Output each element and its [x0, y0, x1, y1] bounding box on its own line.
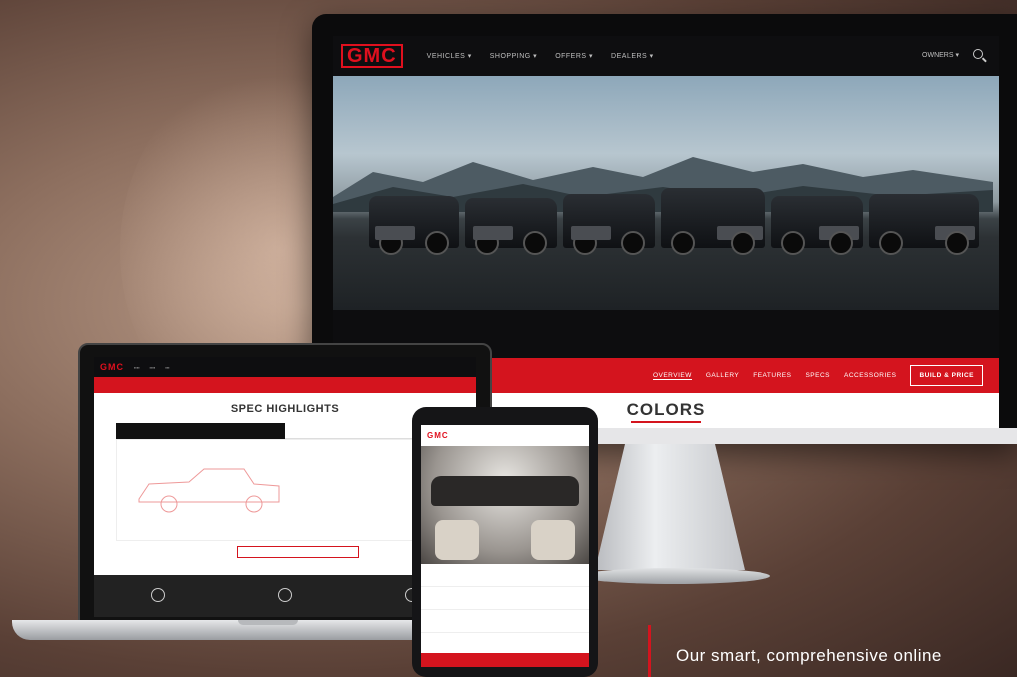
- dashboard-graphic: [431, 476, 579, 506]
- spec-diagram-panel: [116, 439, 454, 558]
- laptop-subnav: [94, 377, 476, 393]
- subnav-overview[interactable]: OVERVIEW: [652, 372, 692, 380]
- subnav-gallery[interactable]: GALLERY: [706, 372, 739, 379]
- search-icon[interactable]: [973, 49, 983, 59]
- caption-text: Our smart, comprehensive online: [676, 646, 942, 665]
- vehicle-image: [465, 198, 557, 255]
- spec-tab-active[interactable]: [116, 423, 285, 439]
- main-menu: VEHICLES ▾ SHOPPING ▾ OFFERS ▾ DEALERS ▾: [427, 52, 654, 60]
- nav-owners[interactable]: OWNERS ▾: [922, 51, 959, 59]
- vehicle-image: [563, 194, 655, 255]
- vehicle-image: [369, 196, 459, 255]
- footer-link[interactable]: [150, 587, 165, 605]
- interior-image: [421, 446, 589, 564]
- truck-outline-diagram: [138, 468, 280, 513]
- spec-tabs: [116, 423, 454, 439]
- vehicle-image: [661, 188, 765, 255]
- nav-offers[interactable]: OFFERS ▾: [555, 52, 593, 60]
- subnav-specs[interactable]: SPECS: [805, 372, 830, 379]
- view-all-specs-button[interactable]: [237, 546, 359, 558]
- monitor-stand: [595, 444, 745, 570]
- top-nav: GMC VEHICLES ▾ SHOPPING ▾ OFFERS ▾ DEALE…: [333, 36, 999, 76]
- build-price-button[interactable]: BUILD & PRICE: [910, 365, 983, 386]
- vehicle-image: [869, 194, 979, 255]
- subnav-accessories[interactable]: ACCESSORIES: [844, 372, 896, 379]
- laptop-notch: [238, 620, 298, 625]
- tablet-list-item[interactable]: [421, 564, 589, 587]
- seat-graphic: [531, 520, 575, 560]
- tablet-bottom-bar: [421, 653, 589, 667]
- tablet-screen: GMC: [421, 425, 589, 667]
- circle-icon: [277, 587, 292, 602]
- vehicle-image: [771, 196, 863, 255]
- monitor-base: [580, 568, 770, 584]
- tablet: GMC: [412, 407, 598, 677]
- laptop-nav-item[interactable]: ▪▪▪: [165, 365, 169, 370]
- heading-underline: [631, 421, 701, 423]
- vehicle-lineup: [369, 188, 979, 255]
- hero-image: [333, 70, 999, 310]
- footer-link[interactable]: [277, 587, 292, 605]
- laptop-nav-item[interactable]: ▪▪▪▪: [134, 365, 140, 370]
- nav-vehicles[interactable]: VEHICLES ▾: [427, 52, 472, 60]
- subnav-features[interactable]: FEATURES: [753, 372, 791, 379]
- brand-logo[interactable]: GMC: [341, 44, 403, 68]
- tablet-list-item[interactable]: [421, 610, 589, 633]
- laptop-brand-logo[interactable]: GMC: [100, 362, 124, 372]
- laptop-nav: GMC ▪▪▪▪ ▪▪▪▪ ▪▪▪: [94, 357, 476, 377]
- circle-icon: [150, 587, 165, 602]
- tablet-brand-logo[interactable]: GMC: [427, 431, 589, 440]
- seat-graphic: [435, 520, 479, 560]
- nav-dealers[interactable]: DEALERS ▾: [611, 52, 654, 60]
- tablet-list-item[interactable]: [421, 587, 589, 610]
- caption-accent-line: [648, 625, 651, 677]
- laptop-nav-item[interactable]: ▪▪▪▪: [150, 365, 156, 370]
- nav-shopping[interactable]: SHOPPING ▾: [490, 52, 537, 60]
